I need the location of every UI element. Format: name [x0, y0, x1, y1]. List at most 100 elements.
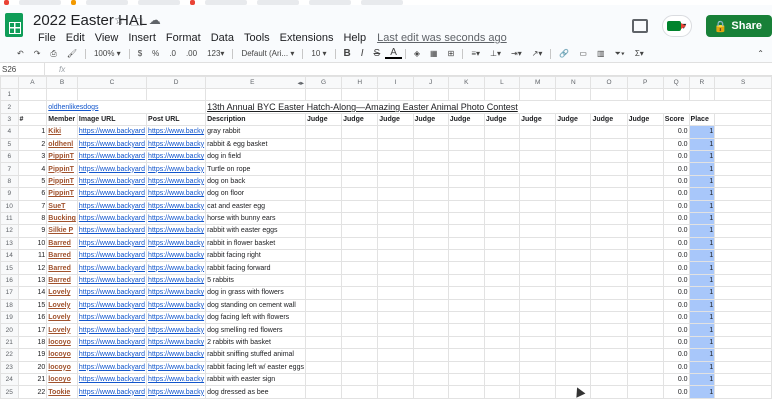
description-cell[interactable]: rabbit with easter eggs: [205, 224, 306, 238]
cell[interactable]: [377, 87, 414, 102]
post-url-link[interactable]: https://www.backy: [148, 240, 204, 247]
post-url-link[interactable]: https://www.backy: [148, 376, 204, 383]
judge-cell[interactable]: [590, 125, 628, 139]
cell[interactable]: [412, 87, 449, 102]
menu-data[interactable]: Data: [206, 32, 239, 44]
horizontal-align-icon[interactable]: ≡▾: [466, 49, 485, 58]
borders-icon[interactable]: ▦: [425, 49, 443, 58]
judge-cell[interactable]: [626, 273, 664, 288]
judge-cell[interactable]: [447, 149, 485, 164]
judge-cell[interactable]: [555, 323, 592, 337]
judge-cell[interactable]: [304, 162, 343, 176]
judge-cell[interactable]: [412, 372, 449, 387]
image-url-cell[interactable]: https://www.backyard: [76, 125, 148, 139]
member-link[interactable]: Barred: [48, 265, 71, 272]
place-cell[interactable]: 1: [688, 323, 716, 337]
row-header[interactable]: 6: [0, 149, 19, 164]
cell[interactable]: [205, 87, 306, 102]
image-url-link[interactable]: https://www.backyard: [79, 265, 145, 272]
judge-cell[interactable]: [304, 261, 343, 275]
post-url-link[interactable]: https://www.backy: [148, 153, 204, 160]
judge-cell[interactable]: [483, 298, 521, 313]
member-link[interactable]: Silkie P: [48, 227, 73, 234]
header-cell[interactable]: Member: [46, 112, 78, 127]
judge-cell[interactable]: [519, 311, 557, 325]
description-cell[interactable]: cat and easter egg: [205, 199, 306, 213]
star-icon[interactable]: ☆: [114, 13, 125, 34]
zoom-select[interactable]: 100% ▾: [89, 49, 126, 58]
column-header[interactable]: B: [46, 76, 78, 89]
judge-cell[interactable]: [519, 249, 557, 263]
image-url-cell[interactable]: https://www.backyard: [76, 261, 148, 275]
judge-cell[interactable]: [483, 348, 521, 362]
judge-cell[interactable]: [341, 298, 379, 313]
column-header[interactable]: H: [341, 76, 379, 89]
judge-cell[interactable]: [626, 199, 664, 213]
description-cell[interactable]: rabbit sniffing stuffed animal: [205, 348, 306, 362]
cell[interactable]: [714, 348, 772, 362]
cell[interactable]: [447, 87, 485, 102]
description-cell[interactable]: dog on back: [205, 174, 306, 189]
post-url-cell[interactable]: https://www.backy: [146, 348, 207, 362]
post-url-cell[interactable]: https://www.backy: [146, 137, 207, 151]
place-cell[interactable]: 1: [688, 261, 716, 275]
score-cell[interactable]: 0.0: [662, 224, 690, 238]
judge-cell[interactable]: [555, 199, 592, 213]
judge-cell[interactable]: [519, 211, 557, 226]
judge-cell[interactable]: [377, 236, 414, 251]
judge-cell[interactable]: [341, 149, 379, 164]
entry-number[interactable]: 6: [17, 187, 48, 201]
judge-cell[interactable]: [555, 211, 592, 226]
member-link[interactable]: SueT: [48, 203, 65, 210]
judge-cell[interactable]: [412, 125, 449, 139]
cell[interactable]: [590, 87, 628, 102]
cell[interactable]: [304, 87, 343, 102]
column-header[interactable]: Q: [662, 76, 690, 89]
paint-format-icon[interactable]: 🖌: [62, 49, 82, 58]
row-header[interactable]: 25: [0, 385, 19, 399]
judge-cell[interactable]: [483, 149, 521, 164]
judge-cell[interactable]: [377, 199, 414, 213]
place-cell[interactable]: 1: [688, 211, 716, 226]
judge-cell[interactable]: [555, 372, 592, 387]
column-header[interactable]: M: [519, 76, 557, 89]
increase-decimal-button[interactable]: .00: [181, 49, 202, 58]
judge-cell[interactable]: [626, 286, 664, 300]
place-cell[interactable]: 1: [688, 360, 716, 375]
judge-cell[interactable]: [555, 298, 592, 313]
judge-cell[interactable]: [304, 372, 343, 387]
cell[interactable]: [714, 311, 772, 325]
redo-icon[interactable]: ↷: [29, 49, 46, 58]
column-header[interactable]: L: [483, 76, 521, 89]
judge-cell[interactable]: [483, 211, 521, 226]
cell[interactable]: [714, 211, 772, 226]
column-header[interactable]: P: [626, 76, 664, 89]
description-cell[interactable]: gray rabbit: [205, 125, 306, 139]
image-url-link[interactable]: https://www.backyard: [79, 327, 145, 334]
judge-cell[interactable]: [555, 311, 592, 325]
description-cell[interactable]: dog in field: [205, 149, 306, 164]
row-header[interactable]: 2: [0, 100, 19, 114]
hidden-columns-arrows-icon[interactable]: ◂▸: [297, 79, 304, 87]
judge-cell[interactable]: [304, 174, 343, 189]
judge-cell[interactable]: [483, 323, 521, 337]
judge-cell[interactable]: [483, 137, 521, 151]
image-url-cell[interactable]: https://www.backyard: [76, 187, 148, 201]
post-url-link[interactable]: https://www.backy: [148, 289, 204, 296]
member-link[interactable]: Barred: [48, 277, 71, 284]
judge-cell[interactable]: [555, 162, 592, 176]
menu-file[interactable]: File: [33, 32, 61, 44]
judge-cell[interactable]: [447, 335, 485, 350]
member-cell[interactable]: oldhenl: [46, 137, 78, 151]
more-formats-button[interactable]: 123▾: [202, 49, 229, 58]
judge-cell[interactable]: [483, 249, 521, 263]
post-url-cell[interactable]: https://www.backy: [146, 224, 207, 238]
italic-button[interactable]: I: [356, 48, 369, 59]
judge-cell[interactable]: [626, 149, 664, 164]
post-url-cell[interactable]: https://www.backy: [146, 273, 207, 288]
judge-cell[interactable]: [519, 348, 557, 362]
post-url-cell[interactable]: https://www.backy: [146, 360, 207, 375]
menu-view[interactable]: View: [90, 32, 124, 44]
judge-cell[interactable]: [590, 298, 628, 313]
judge-cell[interactable]: [377, 249, 414, 263]
